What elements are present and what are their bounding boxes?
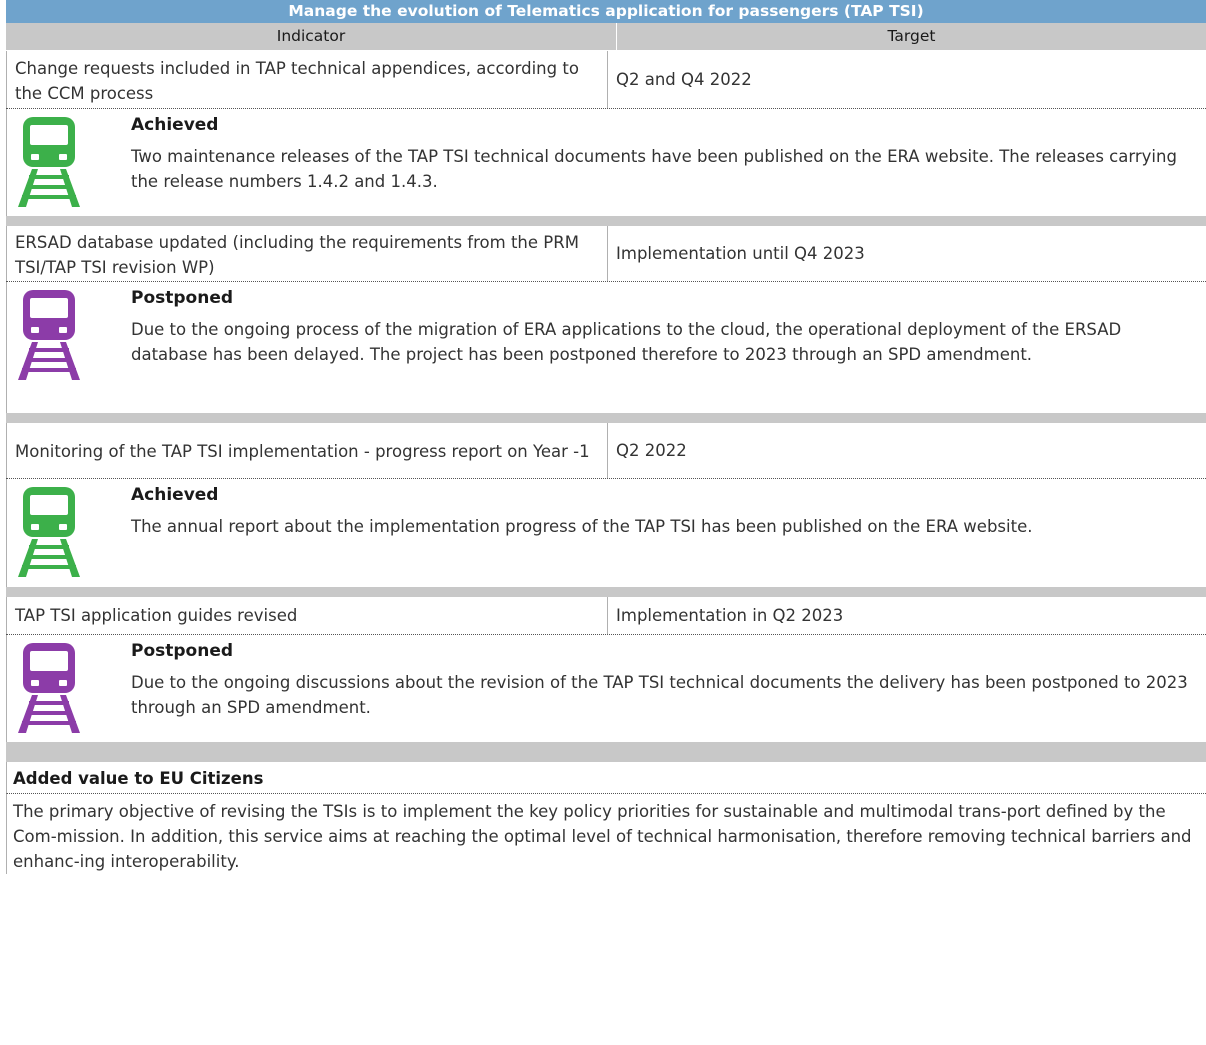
train-icon xyxy=(18,117,80,207)
status-row: Postponed Due to the ongoing discussions… xyxy=(6,635,1206,742)
row-separator xyxy=(6,413,1206,423)
train-icon xyxy=(18,643,80,733)
status-description: Due to the ongoing discussions about the… xyxy=(131,673,1188,717)
added-value-heading: Added value to EU Citizens xyxy=(6,762,1206,794)
status-description: Due to the ongoing process of the migrat… xyxy=(131,320,1122,364)
train-icon xyxy=(18,290,80,380)
status-row: Achieved Two maintenance releases of the… xyxy=(6,109,1206,216)
target-cell: Implementation until Q4 2023 xyxy=(616,244,865,263)
indicator-row: ERSAD database updated (including the re… xyxy=(6,226,1206,282)
status-description: Two maintenance releases of the TAP TSI … xyxy=(131,147,1177,191)
status-label: Postponed xyxy=(131,641,234,661)
tap-tsi-table: Manage the evolution of Telematics appli… xyxy=(6,0,1206,874)
train-icon xyxy=(18,487,80,577)
indicator-cell: Monitoring of the TAP TSI implementation… xyxy=(6,423,608,478)
indicator-cell: ERSAD database updated (including the re… xyxy=(6,226,608,281)
added-value-text: The primary objective of revising the TS… xyxy=(6,794,1206,874)
row-separator xyxy=(6,742,1206,762)
status-label: Achieved xyxy=(131,115,219,135)
column-header-target: Target xyxy=(887,27,936,45)
status-label: Achieved xyxy=(131,485,219,505)
status-row: Postponed Due to the ongoing process of … xyxy=(6,282,1206,413)
indicator-cell: TAP TSI application guides revised xyxy=(6,597,608,634)
indicator-row: Change requests included in TAP technica… xyxy=(6,51,1206,109)
table-title: Manage the evolution of Telematics appli… xyxy=(6,0,1206,23)
target-cell: Q2 and Q4 2022 xyxy=(616,70,752,89)
row-separator xyxy=(6,587,1206,597)
target-cell: Q2 2022 xyxy=(616,441,687,460)
column-header-row: Indicator Target xyxy=(6,23,1206,51)
indicator-cell: Change requests included in TAP technica… xyxy=(6,51,608,108)
indicator-row: TAP TSI application guides revised Imple… xyxy=(6,597,1206,635)
status-label: Postponed xyxy=(131,288,234,308)
target-cell: Implementation in Q2 2023 xyxy=(616,606,844,625)
column-header-indicator: Indicator xyxy=(6,23,617,50)
indicator-row: Monitoring of the TAP TSI implementation… xyxy=(6,423,1206,479)
status-description: The annual report about the implementati… xyxy=(131,517,1033,536)
row-separator xyxy=(6,216,1206,226)
status-row: Achieved The annual report about the imp… xyxy=(6,479,1206,587)
